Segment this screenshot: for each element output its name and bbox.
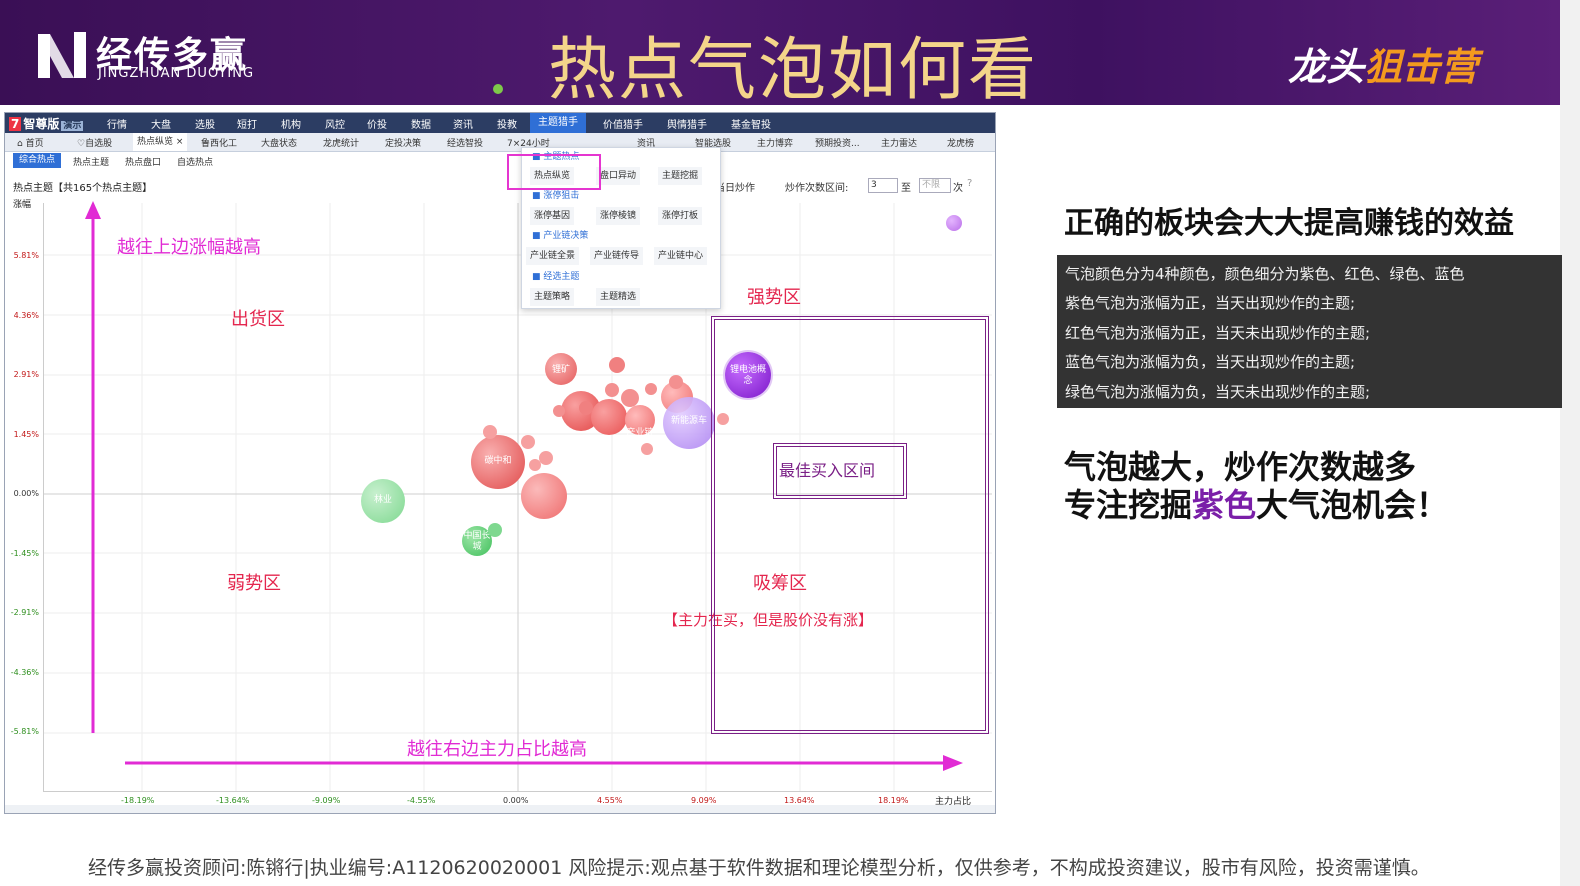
legend-line: 气泡颜色分为4种颜色，颜色细分为紫色、红色、绿色、蓝色 — [1065, 265, 1465, 283]
page-title: 热点气泡如何看 — [548, 31, 1039, 110]
zone-label-distribution: 出货区 — [231, 309, 285, 330]
legend-line: 绿色气泡为涨幅为负，当天未出现炒作的主题; — [1065, 383, 1371, 401]
brand-slogan: 龙头狙击营 — [1288, 36, 1478, 91]
footer-disclaimer: 经传多赢投资顾问:陈锵行|执业编号:A1120620020001 风险提示:观点… — [88, 857, 1430, 879]
header-banner: 经传多赢 JINGZHUAN DUOYING 热点气泡如何看 龙头狙击营 — [0, 0, 1560, 110]
strong-zone-frame — [711, 316, 989, 734]
brand-part-1: 龙头 — [1288, 45, 1365, 89]
legend-line: 紫色气泡为涨幅为正，当天出现炒作的主题; — [1065, 294, 1356, 312]
focus-note-part: 大气泡机会！ — [1256, 486, 1449, 524]
color-legend-box: 气泡颜色分为4种颜色，颜色细分为紫色、红色、绿色、蓝色 紫色气泡为涨幅为正，当天… — [1057, 255, 1562, 408]
focus-note-highlight: 紫色 — [1192, 486, 1257, 524]
legend-line: 红色气泡为涨幅为正，当天未出现炒作的主题; — [1065, 324, 1371, 342]
up-arrow-label: 越往上边涨幅越高 — [117, 237, 261, 258]
best-buy-label: 最佳买入区间 — [779, 461, 876, 480]
right-heading: 正确的板块会大大提高赚钱的效益 — [1064, 206, 1514, 241]
right-arrow-label: 越往右边主力占比越高 — [407, 739, 587, 760]
best-buy-frame: 最佳买入区间 — [773, 443, 907, 499]
logo-name-en: JINGZHUAN DUOYING — [98, 66, 255, 81]
zone-label-weak: 弱势区 — [227, 573, 281, 594]
focus-note-part: 专注挖掘 — [1064, 486, 1193, 524]
legend-line: 蓝色气泡为涨幅为负，当天出现炒作的主题; — [1065, 353, 1356, 371]
brand-part-2: 狙击营 — [1364, 45, 1479, 89]
focus-note: 专注挖掘紫色大气泡机会！ — [1064, 480, 1448, 526]
logo-icon — [38, 32, 86, 78]
handle-dot[interactable] — [493, 84, 503, 94]
page-edge — [1560, 0, 1580, 886]
zone-label-strong: 强势区 — [747, 287, 801, 308]
app-screenshot: 7 智尊版 演示 行情 大盘 选股 短打 机构 风控 价投 数据 资讯 投教 主题猎… — [4, 112, 996, 814]
